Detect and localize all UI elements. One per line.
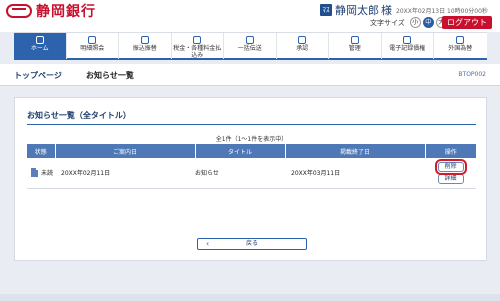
- logout-button[interactable]: ログアウト: [442, 16, 492, 29]
- management-icon: [350, 36, 359, 44]
- nav-item-management[interactable]: 管理: [329, 33, 382, 59]
- user-honorific: 様: [381, 4, 392, 17]
- user-name: 静岡太郎: [335, 4, 379, 17]
- statement-icon: [88, 36, 97, 44]
- chevron-left-icon: ‹: [206, 239, 210, 248]
- transfer-icon: [140, 36, 149, 44]
- nav-label: 一括伝送: [237, 45, 262, 52]
- home-icon: [35, 36, 44, 44]
- document-icon: [31, 168, 38, 178]
- detail-button[interactable]: 詳細: [437, 173, 464, 184]
- column-header-status: 状態: [27, 144, 56, 158]
- receivables-icon: [403, 36, 412, 44]
- column-header-title: タイトル: [195, 144, 286, 158]
- title-divider: [27, 124, 476, 125]
- date-cell: 20XX年02月11日: [55, 158, 195, 189]
- page-title: お知らせ一覧: [86, 71, 134, 80]
- bulk-icon: [245, 36, 254, 44]
- status-text: 未読: [41, 170, 54, 178]
- nav-item-foreign-exchange[interactable]: 外国為替: [434, 33, 487, 59]
- nav-item-statement[interactable]: 明細照会: [67, 33, 119, 59]
- page-header: トップページ お知らせ一覧 BTOP002: [0, 64, 500, 86]
- text-size-switcher: 文字サイズ 小 中 大: [370, 17, 447, 28]
- nav-label: 振込振替: [132, 45, 157, 52]
- nav-label: 明細照会: [80, 45, 105, 52]
- column-header-date: ご案内日: [55, 144, 196, 158]
- notice-list-card: お知らせ一覧（全タイトル） 全1件（1〜1件を表示中） 状態 ご案内日 タイトル…: [14, 97, 487, 261]
- card-title: お知らせ一覧（全タイトル）: [27, 111, 131, 120]
- nav-label: 税金・各種料金払込み: [173, 45, 222, 59]
- nav-label: 承認: [296, 45, 309, 52]
- nav-label: ホーム: [30, 45, 49, 52]
- result-count: 全1件（1〜1件を表示中）: [215, 136, 288, 143]
- back-label: 戻る: [245, 240, 258, 247]
- nav-item-approval[interactable]: 承認: [277, 33, 329, 59]
- bank-logo: 静岡銀行: [6, 2, 96, 20]
- table-header-row: 状態 ご案内日 タイトル 掲載終了日 操作: [27, 144, 476, 158]
- nav-label: 外国為替: [448, 45, 473, 52]
- approval-icon: [298, 36, 307, 44]
- nav-item-bulk-transmission[interactable]: 一括伝送: [224, 33, 277, 59]
- text-size-label: 文字サイズ: [370, 18, 405, 27]
- bank-logo-mark-icon: [6, 4, 32, 18]
- operation-cell: 削除 詳細: [425, 158, 476, 189]
- user-badge-icon: ﾏｽ: [320, 4, 332, 16]
- nav-label: 電子記録債権: [389, 45, 426, 52]
- page-id: BTOP002: [458, 71, 486, 78]
- title-cell: お知らせ: [195, 158, 285, 189]
- breadcrumb-top[interactable]: トップページ: [14, 70, 62, 81]
- top-header: 静岡銀行 ﾏｽ 静岡太郎 様 20XX年02月13日 10時00分00秒 文字サ…: [0, 0, 500, 32]
- last-login-time: 20XX年02月13日 10時00分00秒: [396, 7, 488, 15]
- notice-table: 状態 ご案内日 タイトル 掲載終了日 操作 未読 20XX年02月11日 お知ら…: [27, 144, 476, 189]
- foreign-exchange-icon: [456, 36, 465, 44]
- nav-item-transfer[interactable]: 振込振替: [119, 33, 172, 59]
- footer-strip: [0, 294, 500, 301]
- delete-button[interactable]: 削除: [434, 158, 467, 175]
- nav-item-tax-payment[interactable]: 税金・各種料金払込み: [172, 33, 224, 59]
- column-header-operation: 操作: [425, 144, 476, 158]
- nav-item-home[interactable]: ホーム: [14, 33, 67, 59]
- text-size-small-button[interactable]: 小: [409, 17, 421, 28]
- column-header-end-date: 掲載終了日: [285, 144, 426, 158]
- bank-name: 静岡銀行: [36, 4, 96, 20]
- payment-icon: [193, 36, 202, 44]
- text-size-medium-button[interactable]: 中: [422, 17, 434, 28]
- table-row: 未読 20XX年02月11日 お知らせ 20XX年03月11日 削除 詳細: [27, 158, 476, 189]
- status-cell: 未読: [27, 158, 55, 189]
- back-button[interactable]: ‹ 戻る: [197, 238, 307, 250]
- nav-label: 管理: [348, 45, 361, 52]
- nav-item-electronic-receivables[interactable]: 電子記録債権: [382, 33, 434, 59]
- main-nav: ホーム 明細照会 振込振替 税金・各種料金払込み 一括伝送 承認 管理 電子記録…: [14, 32, 487, 60]
- end-date-cell: 20XX年03月11日: [285, 158, 425, 189]
